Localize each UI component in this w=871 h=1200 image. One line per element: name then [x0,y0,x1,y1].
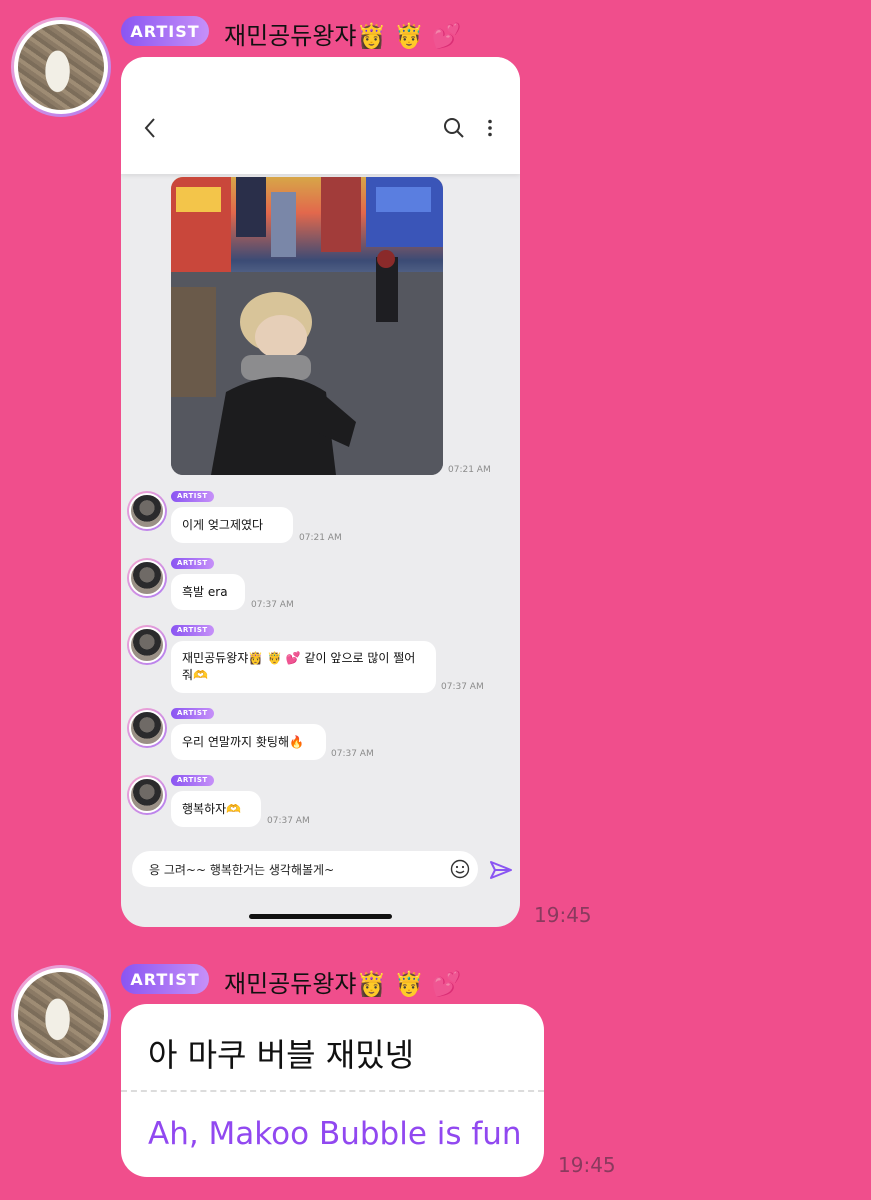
artist-avatar[interactable] [11,965,111,1065]
home-indicator [249,914,392,919]
more-vertical-icon [488,119,492,137]
chat-bubble: 행복하자🫶 [171,791,261,827]
artist-badge: ARTIST [171,625,214,636]
message-text-original: 아 마쿠 버블 재밌넹 [148,1036,415,1074]
artist-badge: ARTIST [171,708,214,719]
chat-avatar [127,708,167,748]
times-square-selfie [171,177,443,475]
message-input-value: 응 그려~~ 행복한거는 생각해볼게~ [149,863,335,877]
chat-bubble: 재민공듀왕쟈👸 🤴 💕 같이 앞으로 많이 쩔어줘🫶 [171,641,436,693]
artist-badge: ARTIST [121,16,209,46]
translation-divider [121,1090,544,1092]
send-icon[interactable] [489,859,513,881]
avatar-photo [18,972,104,1058]
sender-name: 재민공듀왕쟈👸 🤴 💕 [224,22,462,50]
chat-avatar [127,775,167,815]
artist-badge: ARTIST [171,491,214,502]
chat-bubble: 이게 엊그제였다 [171,507,293,543]
chat-avatar [127,491,167,531]
message-text-translation: Ah, Makoo Bubble is fun [148,1116,522,1152]
chat-timestamp: 07:37 AM [441,682,484,692]
message-timestamp: 19:45 [558,1153,616,1177]
smiley-icon[interactable] [450,859,470,879]
chevron-left-icon [144,118,155,138]
shared-photo [171,177,443,475]
artist-badge: ARTIST [171,775,214,786]
chat-timestamp: 07:37 AM [251,600,294,610]
chat-avatar [127,558,167,598]
chat-bubble: 우리 연말까지 홧팅해🔥 [171,724,326,760]
chat-timestamp: 07:21 AM [299,533,342,543]
artist-badge: ARTIST [121,964,209,994]
search-icon [444,118,464,138]
artist-badge: ARTIST [171,558,214,569]
artist-avatar[interactable] [11,17,111,117]
translated-message-bubble[interactable]: 아 마쿠 버블 재밌넹 Ah, Makoo Bubble is fun [121,1004,544,1177]
photo-timestamp: 07:21 AM [448,465,491,475]
chat-avatar [127,625,167,665]
sender-name: 재민공듀왕쟈👸 🤴 💕 [224,970,462,998]
screenshot-image-bubble[interactable]: 07:21 AM ARTIST 이게 엊그제였다 07:21 AM ARTIST… [121,57,520,927]
chat-timestamp: 07:37 AM [331,749,374,759]
chat-timestamp: 07:37 AM [267,816,310,826]
avatar-photo [18,24,104,110]
message-input[interactable]: 응 그려~~ 행복한거는 생각해볼게~ [132,851,478,887]
chat-bubble: 흑발 era [171,574,245,610]
screenshot-app-header [121,57,520,174]
message-timestamp: 19:45 [534,903,592,927]
